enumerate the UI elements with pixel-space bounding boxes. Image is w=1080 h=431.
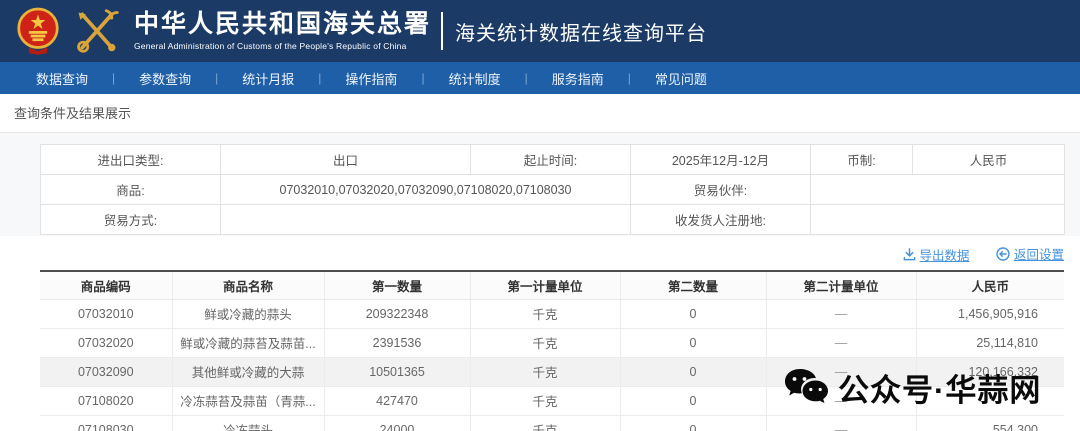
table-row: 07108020冷冻蒜苔及蒜苗（青蒜...427470千克0— — [40, 386, 1064, 415]
cond-label: 贸易方式: — [41, 205, 221, 235]
cond-label: 进出口类型: — [41, 145, 221, 175]
table-row: 07032010鲜或冷藏的蒜头209322348千克0—1,456,905,91… — [40, 299, 1064, 328]
download-icon — [903, 248, 916, 261]
cond-value: 人民币 — [913, 145, 1065, 175]
table-cell: 10501365 — [324, 357, 470, 386]
table-cell: 鲜或冷藏的蒜苔及蒜苗... — [172, 328, 324, 357]
nav-item-2[interactable]: 统计月报 — [218, 69, 318, 88]
cond-label: 贸易伙伴: — [631, 175, 811, 205]
cond-label: 收发货人注册地: — [631, 205, 811, 235]
table-cell: 24000 — [324, 415, 470, 431]
table-cell: 千克 — [470, 328, 620, 357]
org-title: 中华人民共和国海关总署 — [134, 11, 431, 39]
table-cell: 1,456,905,916 — [916, 299, 1064, 328]
results-table: 商品编码商品名称第一数量第一计量单位第二数量第二计量单位人民币 07032010… — [40, 270, 1064, 431]
cond-value: 2025年12月-12月 — [631, 145, 811, 175]
table-cell: 千克 — [470, 386, 620, 415]
cond-value — [811, 205, 1065, 235]
table-cell: 427470 — [324, 386, 470, 415]
table-cell: 07032020 — [40, 328, 172, 357]
column-header: 商品名称 — [172, 271, 324, 299]
nav-item-0[interactable]: 数据查询 — [12, 69, 112, 88]
condition-row: 商品:07032010,07032020,07032090,07108020,0… — [41, 175, 1065, 205]
condition-row: 贸易方式: 收发货人注册地: — [41, 205, 1065, 235]
section-title: 查询条件及结果展示 — [14, 106, 131, 121]
cond-label: 币制: — [811, 145, 913, 175]
export-data-link[interactable]: 导出数据 — [903, 245, 970, 264]
table-cell: 25,114,810 — [916, 328, 1064, 357]
table-cell: 冷冻蒜苔及蒜苗（青蒜... — [172, 386, 324, 415]
banner-divider — [441, 12, 443, 50]
column-header: 第一计量单位 — [470, 271, 620, 299]
back-arrow-icon — [996, 247, 1010, 261]
table-cell: 0 — [620, 357, 766, 386]
table-row: 07032090其他鲜或冷藏的大蒜10501365千克0—120,166,332 — [40, 357, 1064, 386]
column-header: 第二数量 — [620, 271, 766, 299]
table-cell: — — [766, 299, 916, 328]
top-banner: 中华人民共和国海关总署 General Administration of Cu… — [0, 0, 1080, 62]
table-cell: 07032010 — [40, 299, 172, 328]
table-cell — [916, 386, 1064, 415]
query-conditions-panel: 进出口类型:出口起止时间:2025年12月-12月币制:人民币商品:070320… — [0, 133, 1080, 236]
cond-label: 起止时间: — [471, 145, 631, 175]
nav-item-4[interactable]: 统计制度 — [425, 69, 525, 88]
column-header: 人民币 — [916, 271, 1064, 299]
conditions-table: 进出口类型:出口起止时间:2025年12月-12月币制:人民币商品:070320… — [40, 144, 1065, 235]
column-header: 第二计量单位 — [766, 271, 916, 299]
nav-item-1[interactable]: 参数查询 — [115, 69, 215, 88]
table-cell: — — [766, 328, 916, 357]
back-settings-link[interactable]: 返回设置 — [996, 244, 1064, 263]
table-cell: 千克 — [470, 415, 620, 431]
nav-bar: 数据查询|参数查询|统计月报|操作指南|统计制度|服务指南|常见问题 — [0, 62, 1080, 94]
table-cell: 0 — [620, 415, 766, 431]
table-cell: 120,166,332 — [916, 357, 1064, 386]
table-cell: — — [766, 357, 916, 386]
actions-bar: 导出数据 返回设置 — [0, 244, 1064, 264]
condition-row: 进出口类型:出口起止时间:2025年12月-12月币制:人民币 — [41, 145, 1065, 175]
table-cell: — — [766, 415, 916, 431]
section-bar: 查询条件及结果展示 — [0, 94, 1080, 133]
cond-value: 07032010,07032020,07032090,07108020,0710… — [221, 175, 631, 205]
cond-label: 商品: — [41, 175, 221, 205]
table-cell: 07108020 — [40, 386, 172, 415]
org-subtitle: General Administration of Customs of the… — [134, 41, 431, 51]
nav-item-6[interactable]: 常见问题 — [631, 69, 731, 88]
cond-value: 出口 — [221, 145, 471, 175]
table-cell: 0 — [620, 386, 766, 415]
table-cell: 冷冻蒜头 — [172, 415, 324, 431]
table-cell: 2391536 — [324, 328, 470, 357]
customs-key-caduceus-icon — [72, 7, 122, 55]
table-cell: 鲜或冷藏的蒜头 — [172, 299, 324, 328]
table-cell: 07108030 — [40, 415, 172, 431]
table-cell: 209322348 — [324, 299, 470, 328]
cond-value — [221, 205, 631, 235]
table-row: 07032020鲜或冷藏的蒜苔及蒜苗...2391536千克0—25,114,8… — [40, 328, 1064, 357]
table-cell: 其他鲜或冷藏的大蒜 — [172, 357, 324, 386]
column-header: 商品编码 — [40, 271, 172, 299]
table-cell: 07032090 — [40, 357, 172, 386]
table-row: 07108030冷冻蒜头24000千克0—554,300 — [40, 415, 1064, 431]
table-cell: 554,300 — [916, 415, 1064, 431]
cond-value — [811, 175, 1065, 205]
table-cell: 千克 — [470, 357, 620, 386]
table-cell: 千克 — [470, 299, 620, 328]
table-cell: 0 — [620, 328, 766, 357]
nav-item-3[interactable]: 操作指南 — [321, 69, 421, 88]
nav-item-5[interactable]: 服务指南 — [528, 69, 628, 88]
column-header: 第一数量 — [324, 271, 470, 299]
table-cell: — — [766, 386, 916, 415]
platform-title: 海关统计数据在线查询平台 — [455, 17, 707, 46]
national-emblem-icon — [16, 7, 60, 55]
table-cell: 0 — [620, 299, 766, 328]
